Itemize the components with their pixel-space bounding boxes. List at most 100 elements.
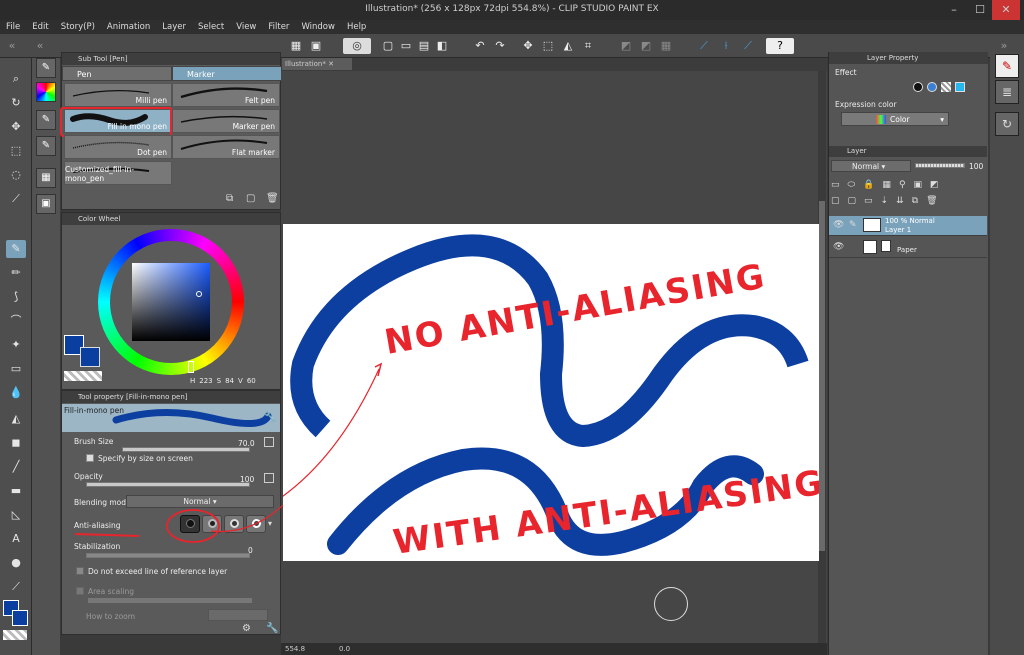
balloon-tool-icon[interactable]: ● [6, 554, 26, 572]
new-file-icon[interactable]: ▢ [380, 38, 396, 54]
duplicate-layer-icon[interactable]: ⧉ [912, 196, 918, 210]
pen-pressure-icon[interactable]: ⟊ [718, 38, 734, 54]
effect-mask-icon[interactable] [941, 82, 951, 92]
pencil-tool-icon[interactable]: ✏ [6, 264, 26, 282]
vector-icon[interactable]: ⟋ [740, 38, 756, 54]
menu-window[interactable]: Window [295, 20, 341, 34]
brush-dot-pen[interactable]: Dot pen [64, 135, 172, 159]
transparent-color-swatch[interactable] [3, 630, 27, 640]
sub-color-chip[interactable] [80, 347, 100, 367]
sv-picker-handle[interactable] [196, 291, 202, 297]
grid-icon[interactable]: ▦ [288, 38, 304, 54]
menu-file[interactable]: File [0, 20, 26, 34]
blend-tool-icon[interactable]: 💧 [6, 384, 26, 402]
open-file-icon[interactable]: ▭ [398, 38, 414, 54]
layer-dock-icon[interactable]: ≣ [995, 80, 1019, 104]
menu-select[interactable]: Select [192, 20, 230, 34]
brush-size-group-icon[interactable]: ✎ [36, 136, 56, 156]
help-icon[interactable]: ? [766, 38, 794, 54]
layer-lock-alpha-icon[interactable]: ▦ [882, 180, 891, 194]
brush-size-stepper[interactable] [264, 437, 274, 447]
saturation-value-square[interactable] [132, 263, 210, 341]
tab-pen[interactable]: Pen [62, 66, 172, 81]
redo-icon[interactable]: ↷ [492, 38, 508, 54]
menu-layer[interactable]: Layer [156, 20, 192, 34]
close-button[interactable]: ✕ [992, 0, 1020, 20]
eyedropper-tool-icon[interactable]: ⟋ [6, 190, 26, 208]
layer-reference-icon[interactable]: ⚲ [899, 180, 906, 194]
figure-tool-icon[interactable]: ╱ [6, 458, 26, 476]
canvas-vertical-scrollbar[interactable] [818, 71, 826, 643]
layer-row-layer1[interactable]: 👁 ✎ 100 % Normal Layer 1 [829, 216, 987, 236]
transform-icon[interactable]: ✥ [520, 38, 536, 54]
snap-special-icon[interactable]: ◩ [638, 38, 654, 54]
layer-color-icon[interactable]: ▭ [831, 180, 840, 194]
color-group-icon[interactable] [36, 82, 56, 102]
move-tool-icon[interactable]: ✥ [6, 118, 26, 136]
how-to-zoom-buttons[interactable] [208, 609, 268, 621]
operation-tool-icon[interactable]: ↻ [6, 94, 26, 112]
save-icon[interactable]: ▣ [308, 38, 324, 54]
visibility-eye-icon[interactable]: 👁 [833, 220, 844, 230]
clip-logo-icon[interactable]: ◎ [343, 38, 371, 54]
document-tab[interactable]: Illustration* ✕ [282, 58, 352, 70]
print-icon[interactable]: ◧ [434, 38, 450, 54]
transfer-layer-icon[interactable]: ⇣ [881, 196, 889, 210]
eraser-tool-icon[interactable]: ▭ [6, 360, 26, 378]
brush-customized-fill-in-mono-pen[interactable]: Customized_fill-in-mono_pen [64, 161, 172, 185]
lasso-tool-icon[interactable]: ◌ [6, 166, 26, 184]
sub-color-swatch[interactable] [12, 610, 28, 626]
maximize-button[interactable]: ☐ [966, 0, 994, 20]
tool-settings-gear-icon[interactable]: ⚙ [242, 623, 251, 634]
hue-picker-handle[interactable] [188, 361, 194, 373]
brush-milli-pen[interactable]: Milli pen [64, 83, 172, 107]
settings-wrench-icon[interactable]: 🔧 [264, 412, 276, 424]
tool-settings-wrench-icon[interactable]: 🔧 [266, 623, 278, 634]
new-raster-layer-icon[interactable]: ▢ [831, 196, 840, 210]
new-vector-layer-icon[interactable]: ▢ [848, 196, 857, 210]
snap-grid-icon[interactable]: ▦ [658, 38, 674, 54]
new-folder-icon[interactable]: ▭ [864, 196, 873, 210]
layer-draft-icon[interactable]: ▣ [914, 180, 923, 194]
copy-subtool-icon[interactable]: ⧉ [226, 193, 233, 204]
airbrush-tool-icon[interactable]: ⌒ [6, 312, 26, 330]
menu-filter[interactable]: Filter [262, 20, 295, 34]
brush-marker-pen[interactable]: Marker pen [172, 109, 280, 133]
clear-icon[interactable]: ⬚ [540, 38, 556, 54]
undo-icon[interactable]: ↶ [472, 38, 488, 54]
crop-icon[interactable]: ⌗ [580, 38, 596, 54]
layer-mask-icon[interactable]: ◩ [930, 180, 939, 194]
ruler-tool-icon[interactable]: ◺ [6, 506, 26, 524]
layer-opacity-slider[interactable] [915, 163, 965, 168]
expression-color-select[interactable]: Color ▾ [841, 112, 949, 126]
layer-property-dock-icon[interactable]: ✎ [995, 54, 1019, 78]
canvas-paper[interactable]: NO ANTI-ALIASING WITH ANTI-ALIASING [192, 224, 827, 563]
effect-color-icon[interactable] [955, 82, 965, 92]
merge-layer-icon[interactable]: ⇊ [896, 196, 904, 210]
pen-group-icon[interactable]: ✎ [36, 58, 56, 78]
specify-by-screen-checkbox[interactable] [86, 454, 94, 462]
area-scaling-checkbox[interactable] [76, 587, 84, 595]
effect-border-icon[interactable] [913, 82, 923, 92]
stabilize-icon[interactable]: ⟋ [696, 38, 712, 54]
fill-icon[interactable]: ◭ [560, 38, 576, 54]
pen-tool-icon[interactable]: ✎ [6, 240, 26, 258]
tab-marker[interactable]: Marker [172, 66, 282, 81]
opacity-stepper[interactable] [264, 473, 274, 483]
brush-flat-marker[interactable]: Flat marker [172, 135, 280, 159]
brush-felt-pen[interactable]: Felt pen [172, 83, 280, 107]
new-subtool-icon[interactable]: ▢ [246, 193, 255, 204]
opacity-slider[interactable] [86, 482, 250, 487]
menu-story[interactable]: Story(P) [55, 20, 101, 34]
menu-animation[interactable]: Animation [101, 20, 156, 34]
decoration-tool-icon[interactable]: ✦ [6, 336, 26, 354]
menu-view[interactable]: View [230, 20, 262, 34]
text-tool-icon[interactable]: A [6, 530, 26, 548]
transparent-chip[interactable] [64, 371, 102, 381]
layer-row-paper[interactable]: 👁 Paper [829, 238, 987, 258]
collapse-left-2-icon[interactable]: « [32, 38, 48, 54]
tool-property-group-icon[interactable]: ✎ [36, 110, 56, 130]
layer-blend-select[interactable]: Normal ▾ [831, 160, 911, 172]
visibility-eye-icon[interactable]: 👁 [833, 242, 844, 252]
navigator-group-icon[interactable]: ▦ [36, 168, 56, 188]
